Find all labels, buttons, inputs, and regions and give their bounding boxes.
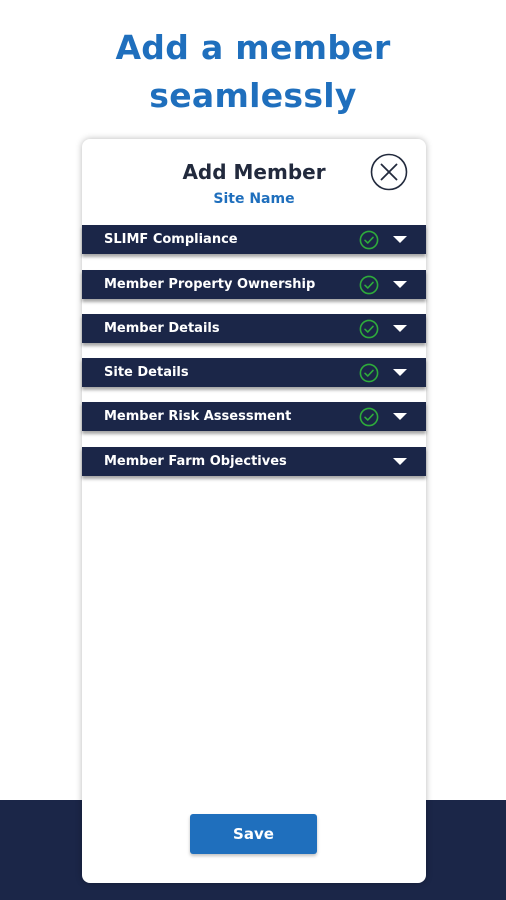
chevron-down-icon[interactable] [393, 236, 407, 243]
close-circle-icon [370, 153, 408, 191]
close-button[interactable] [370, 153, 408, 191]
section-member-farm-objectives[interactable]: Member Farm Objectives [82, 447, 426, 476]
chevron-down-icon[interactable] [393, 325, 407, 332]
section-member-details[interactable]: Member Details [82, 314, 426, 343]
chevron-down-icon[interactable] [393, 413, 407, 420]
check-circle-icon [359, 363, 379, 383]
chevron-down-icon[interactable] [393, 281, 407, 288]
chevron-down-icon[interactable] [393, 458, 407, 465]
check-circle-icon [359, 319, 379, 339]
check-circle-icon [359, 407, 379, 427]
check-circle-icon [359, 275, 379, 295]
promo-headline: Add a member seamlessly [0, 24, 506, 120]
section-member-property-ownership[interactable]: Member Property Ownership [82, 270, 426, 299]
section-label: Member Risk Assessment [104, 409, 292, 424]
headline-line-2: seamlessly [149, 76, 357, 115]
section-label: Member Farm Objectives [104, 454, 287, 469]
section-member-risk-assessment[interactable]: Member Risk Assessment [82, 402, 426, 431]
save-button[interactable]: Save [190, 814, 317, 854]
section-label: Member Property Ownership [104, 277, 316, 292]
check-circle-icon [359, 230, 379, 250]
add-member-dialog: Add Member Site Name SLIMF Compliance Me… [82, 139, 426, 883]
section-site-details[interactable]: Site Details [82, 358, 426, 387]
section-label: SLIMF Compliance [104, 232, 238, 247]
site-name-subtitle: Site Name [213, 191, 295, 207]
section-slimf-compliance[interactable]: SLIMF Compliance [82, 225, 426, 254]
headline-line-1: Add a member [115, 28, 391, 67]
section-label: Site Details [104, 365, 189, 380]
section-label: Member Details [104, 321, 220, 336]
chevron-down-icon[interactable] [393, 369, 407, 376]
